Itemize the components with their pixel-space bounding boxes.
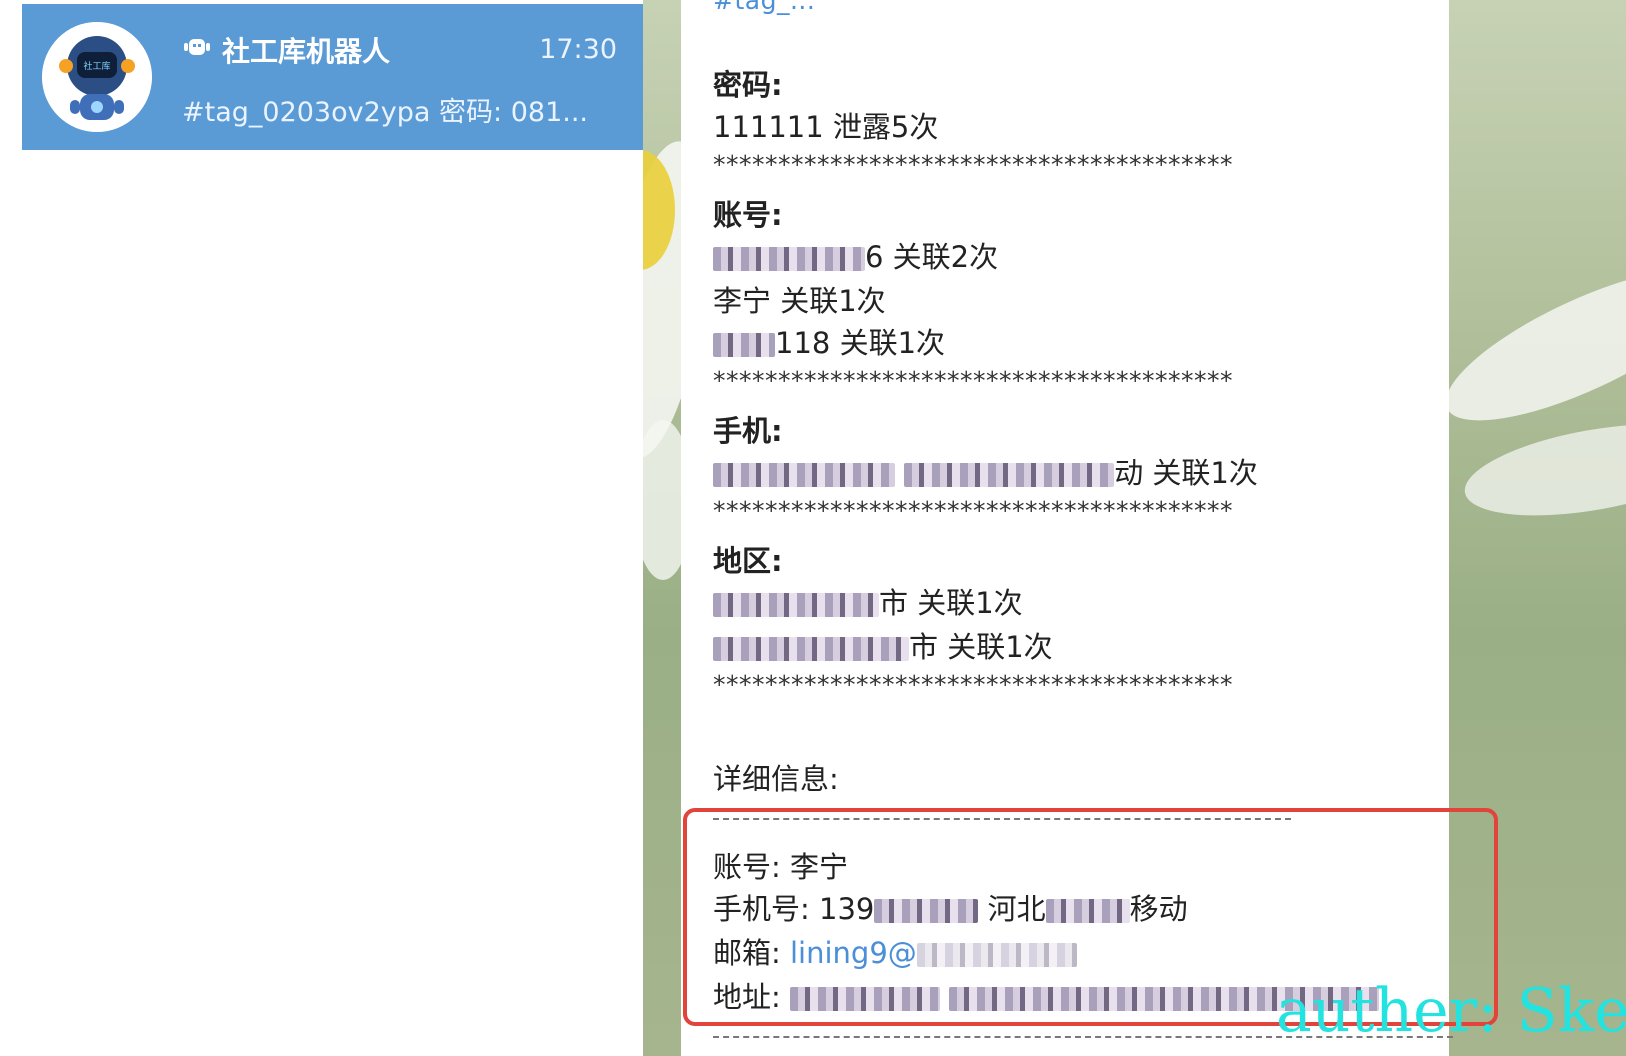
region-item-2: 市 关联1次 xyxy=(713,624,1053,666)
separator: **************************************** xyxy=(713,366,1233,395)
chat-preview: #tag_0203ov2ypa 密码: 081... xyxy=(182,97,588,128)
account-item-2: 李宁 关联1次 xyxy=(713,284,886,318)
region-item-1: 市 关联1次 xyxy=(713,580,1023,622)
phone-item-1: 动 关联1次 xyxy=(713,450,1258,492)
account-1-suffix: 6 关联2次 xyxy=(865,240,999,274)
redacted-phone xyxy=(713,463,895,487)
chat-name-label: 社工库机器人 xyxy=(222,35,391,68)
separator: **************************************** xyxy=(713,150,1233,179)
phone-suffix: 动 关联1次 xyxy=(1114,456,1258,490)
chat-name: 社工库机器人 xyxy=(182,30,390,70)
password-heading: 密码: xyxy=(713,68,783,102)
region-1-suffix: 市 关联1次 xyxy=(879,586,1023,620)
redacted-account xyxy=(713,247,865,271)
account-3-suffix: 118 关联1次 xyxy=(775,326,946,360)
detail-heading: 详细信息: xyxy=(713,762,839,796)
region-heading: 地区: xyxy=(713,544,783,578)
separator: **************************************** xyxy=(713,670,1233,699)
redacted-account xyxy=(713,333,775,357)
bot-icon xyxy=(182,34,212,67)
separator: **************************************** xyxy=(713,496,1233,525)
redacted-carrier xyxy=(904,463,1115,487)
author-watermark: auther: Ske xyxy=(1276,976,1626,1046)
phone-heading: 手机: xyxy=(713,414,783,448)
account-item-1: 6 关联2次 xyxy=(713,234,998,276)
chat-item-bot[interactable]: 社工库 社工库机器人 17:30 #tag_0203ov2ypa 密码: 081… xyxy=(22,4,643,150)
password-value: 111111 泄露5次 xyxy=(713,110,939,144)
bot-avatar: 社工库 xyxy=(42,22,152,132)
redacted-region xyxy=(713,593,879,617)
account-item-3: 118 关联1次 xyxy=(713,320,945,362)
avatar-label: 社工库 xyxy=(83,60,110,72)
chat-list: 社工库 社工库机器人 17:30 #tag_0203ov2ypa 密码: 081… xyxy=(0,0,643,1056)
redacted-region xyxy=(713,637,909,661)
region-2-suffix: 市 关联1次 xyxy=(909,630,1053,664)
top-cut-tag[interactable]: #tag_... xyxy=(713,0,815,15)
account-heading: 账号: xyxy=(713,198,783,232)
chat-time: 17:30 xyxy=(539,34,617,65)
